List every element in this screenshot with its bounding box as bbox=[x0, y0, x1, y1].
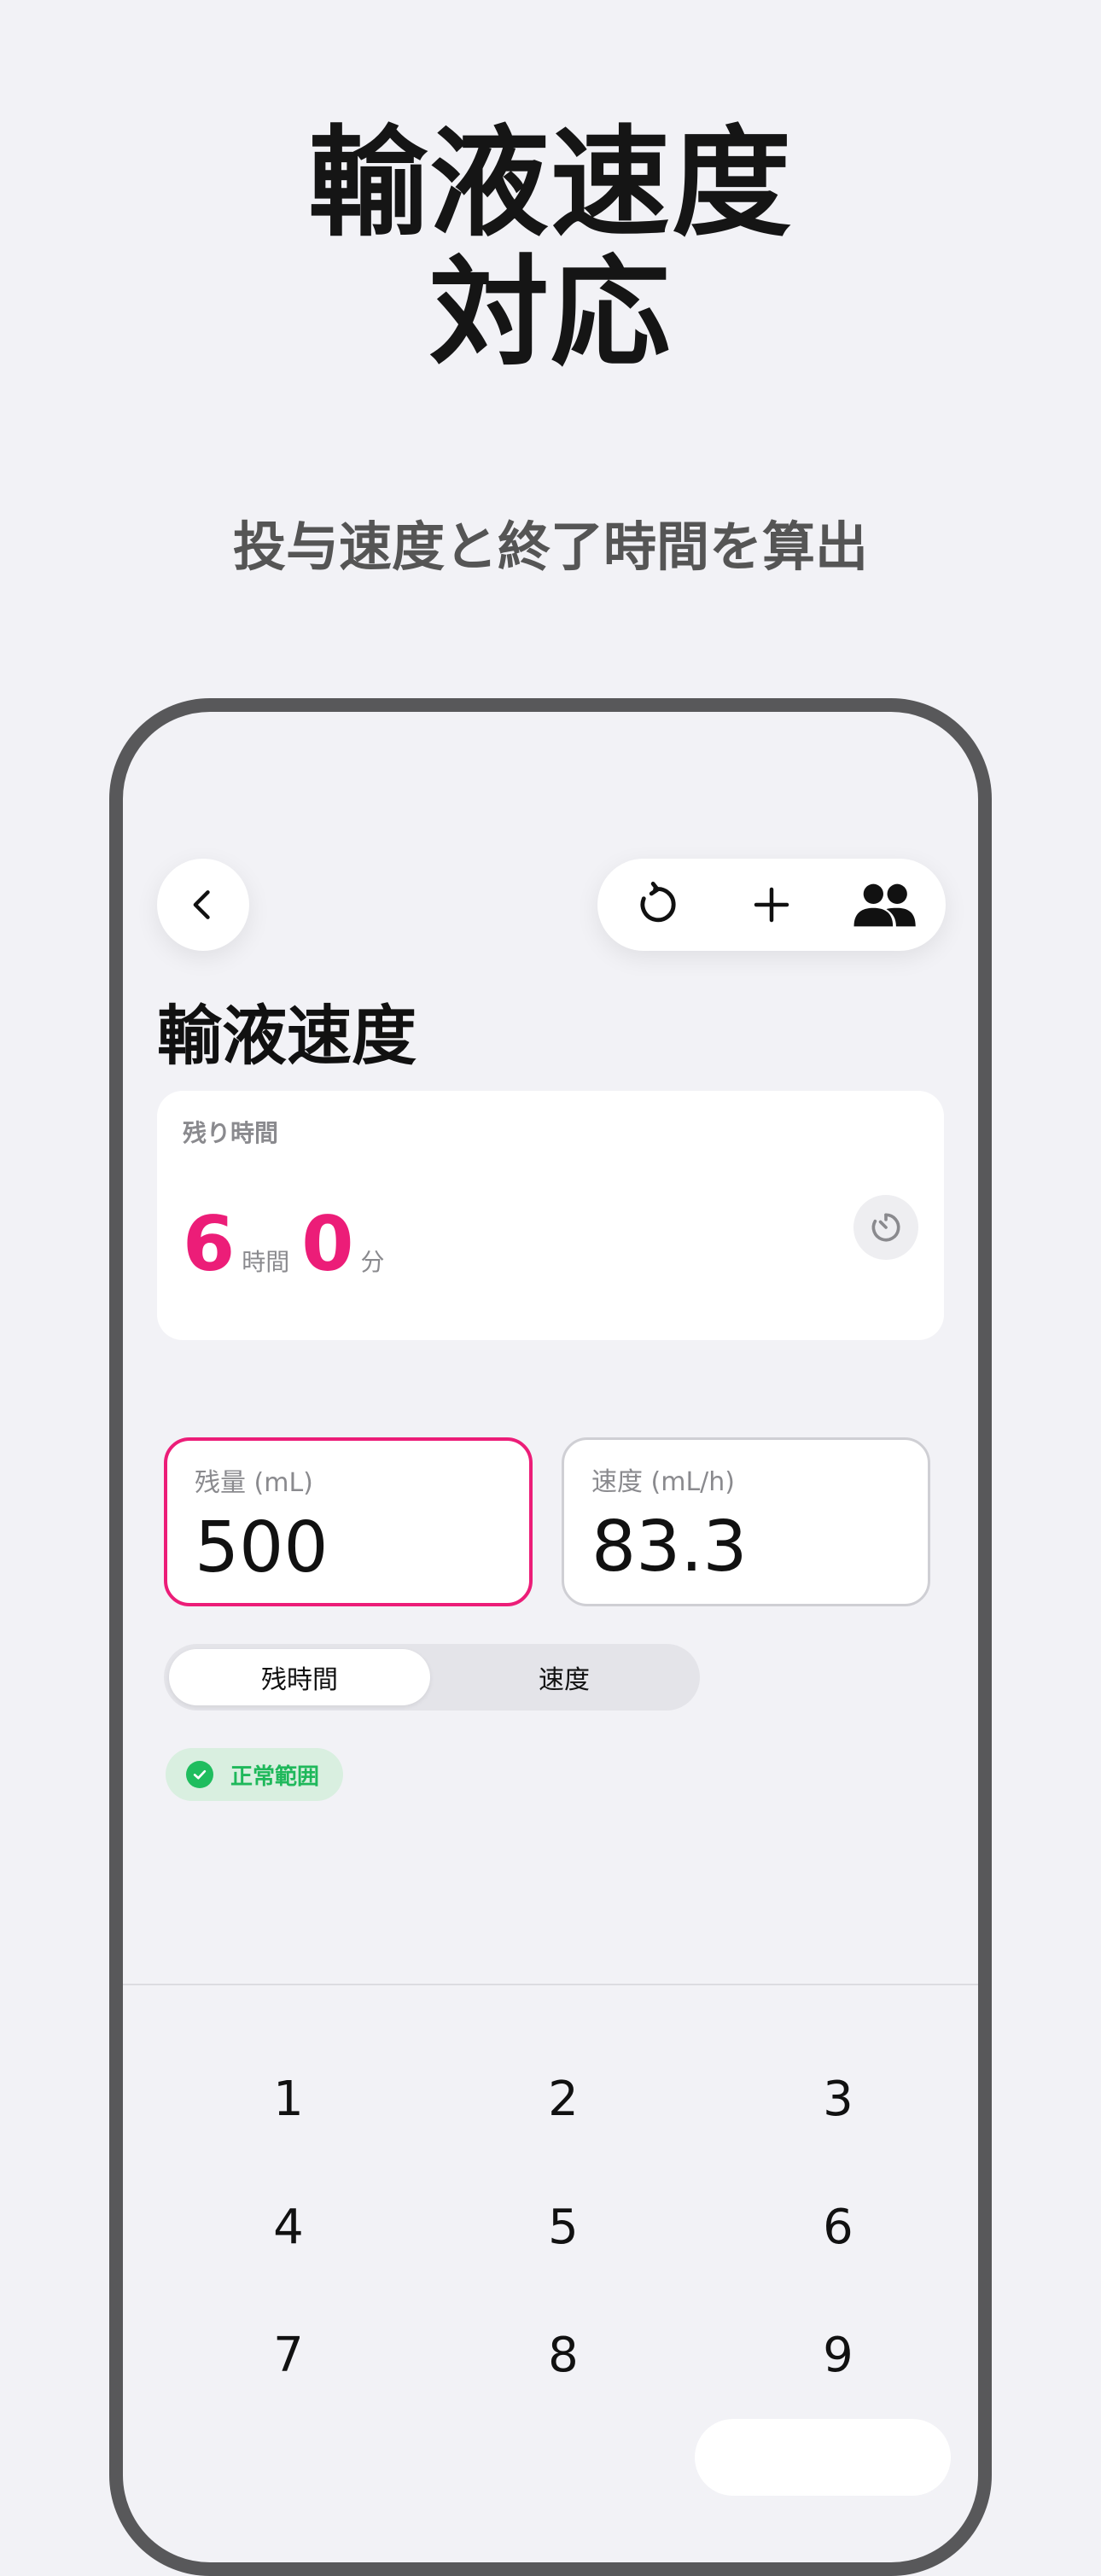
segment-remaining-time[interactable]: 残時間 bbox=[169, 1649, 430, 1705]
rate-field[interactable]: 速度 (mL/h) 83.3 bbox=[562, 1437, 930, 1606]
status-badge: 正常範囲 bbox=[166, 1748, 344, 1801]
timer-icon bbox=[871, 1213, 900, 1242]
keypad-action-key[interactable] bbox=[695, 2419, 951, 2496]
remaining-hours: 6 bbox=[183, 1200, 236, 1288]
rate-label: 速度 (mL/h) bbox=[591, 1467, 736, 1497]
volume-field[interactable]: 残量 (mL) 500 bbox=[164, 1437, 533, 1606]
add-button[interactable] bbox=[737, 871, 806, 939]
mode-segmented-control: 残時間 速度 bbox=[164, 1644, 700, 1711]
volume-label: 残量 (mL) bbox=[195, 1468, 313, 1498]
users-button[interactable] bbox=[850, 871, 918, 939]
promo-title: 輸液速度 対応 bbox=[0, 119, 1101, 379]
key-4[interactable]: 4 bbox=[203, 2180, 374, 2274]
timer-button[interactable] bbox=[853, 1195, 918, 1260]
key-8[interactable]: 8 bbox=[478, 2308, 649, 2402]
key-2[interactable]: 2 bbox=[478, 2052, 649, 2146]
key-5[interactable]: 5 bbox=[478, 2180, 649, 2274]
key-9[interactable]: 9 bbox=[753, 2308, 923, 2402]
reset-button[interactable] bbox=[623, 871, 691, 939]
promo-subtitle: 投与速度と終了時間を算出 bbox=[232, 516, 868, 578]
toolbar bbox=[597, 859, 946, 951]
remaining-time-value: 6 時間 0 分 bbox=[183, 1200, 397, 1288]
volume-value: 500 bbox=[195, 1507, 329, 1588]
chevron-left-icon bbox=[193, 890, 210, 919]
key-7[interactable]: 7 bbox=[203, 2308, 374, 2402]
rotate-ccw-icon bbox=[640, 881, 676, 923]
remaining-minutes: 0 bbox=[301, 1200, 354, 1288]
device-frame: 輸液速度 残り時間 6 時間 0 分 残量 (mL) 500 速度 (mL/h) 83… bbox=[109, 698, 992, 2576]
app-screen: 輸液速度 残り時間 6 時間 0 分 残量 (mL) 500 速度 (mL/h) 83… bbox=[123, 712, 978, 2562]
promo-title-line-2: 対応 bbox=[428, 244, 672, 383]
minutes-unit: 分 bbox=[360, 1248, 385, 1276]
users-icon bbox=[853, 883, 916, 927]
rate-value: 83.3 bbox=[591, 1507, 748, 1588]
key-1[interactable]: 1 bbox=[203, 2052, 374, 2146]
plus-icon bbox=[754, 887, 789, 923]
remaining-time-label: 残り時間 bbox=[183, 1119, 279, 1147]
status-label: 正常範囲 bbox=[230, 1763, 320, 1790]
promo-title-line-1: 輸液速度 bbox=[307, 114, 793, 254]
page-title: 輸液速度 bbox=[157, 998, 417, 1074]
segment-rate[interactable]: 速度 bbox=[434, 1649, 695, 1705]
hours-unit: 時間 bbox=[242, 1248, 290, 1276]
remaining-time-card: 残り時間 6 時間 0 分 bbox=[157, 1091, 944, 1340]
keyboard-divider bbox=[123, 1984, 978, 1985]
check-circle-icon bbox=[186, 1761, 213, 1788]
key-3[interactable]: 3 bbox=[753, 2052, 923, 2146]
key-6[interactable]: 6 bbox=[753, 2180, 923, 2274]
back-button[interactable] bbox=[157, 859, 249, 951]
